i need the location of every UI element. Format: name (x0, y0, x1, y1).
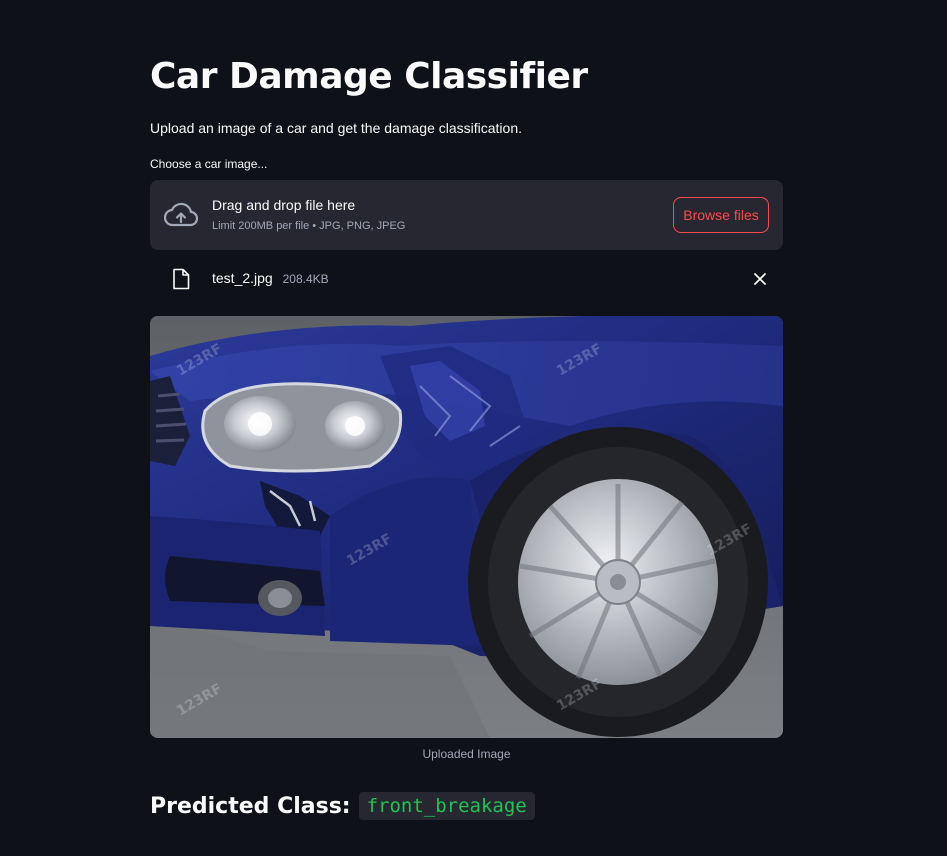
browse-files-button[interactable]: Browse files (673, 197, 769, 233)
uploader-label: Choose a car image... (150, 157, 268, 171)
file-size: 208.4KB (282, 272, 329, 286)
predicted-class-value: front_breakage (358, 792, 535, 820)
car-photo: 123RF 123RF 123RF 123RF 123RF 123RF (150, 316, 783, 738)
image-caption: Uploaded Image (422, 747, 511, 761)
page-title: Car Damage Classifier (150, 56, 588, 97)
file-icon (173, 268, 190, 290)
close-icon (754, 273, 766, 285)
uploaded-file-row: test_2.jpg 208.4KB (150, 262, 783, 298)
remove-file-button[interactable] (749, 268, 771, 290)
file-dropzone[interactable]: Drag and drop file here Limit 200MB per … (150, 180, 783, 250)
dropzone-instructions: Drag and drop file here (212, 197, 356, 213)
cloud-upload-icon (164, 202, 198, 227)
prediction-result: Predicted Class: front_breakage (150, 792, 535, 820)
prediction-label: Predicted Class: (150, 793, 351, 819)
dropzone-limit: Limit 200MB per file • JPG, PNG, JPEG (212, 220, 406, 232)
file-name: test_2.jpg (212, 270, 273, 286)
page-subtitle: Upload an image of a car and get the dam… (150, 120, 523, 136)
uploaded-image: 123RF 123RF 123RF 123RF 123RF 123RF (150, 316, 783, 738)
